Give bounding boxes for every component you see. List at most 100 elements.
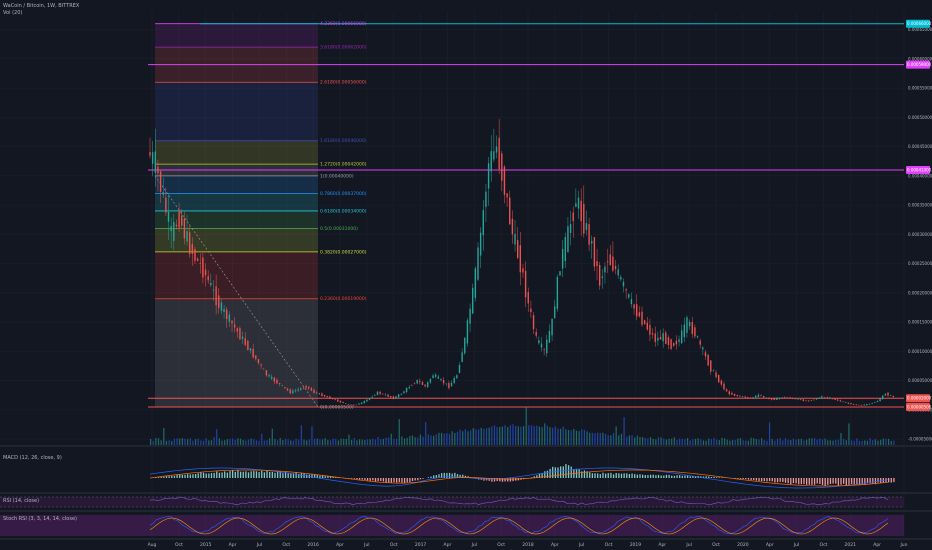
macd-histogram-bar	[792, 478, 795, 484]
candle-body	[649, 325, 651, 335]
volume-bar	[885, 438, 887, 445]
volume-bar	[385, 437, 387, 445]
macd-histogram-bar	[716, 477, 718, 478]
volume-bar	[155, 438, 157, 445]
volume-bar	[464, 429, 466, 445]
candle-body	[651, 333, 654, 335]
volume-bar	[544, 423, 546, 445]
macd-histogram-bar	[607, 473, 609, 478]
macd-histogram-bar	[761, 478, 763, 482]
candle-body	[686, 317, 688, 333]
macd-histogram-bar	[845, 478, 847, 486]
candle-body	[625, 289, 627, 291]
volume-bar	[396, 438, 398, 445]
volume-bar	[239, 438, 242, 445]
x-axis-label-22: 2020	[737, 542, 749, 548]
volume-bar	[668, 438, 670, 445]
volume-bar	[848, 423, 850, 445]
volume-bar	[856, 438, 858, 445]
candle-body	[270, 376, 273, 379]
candle-body	[863, 404, 865, 406]
macd-histogram-bar	[615, 473, 617, 478]
candle-body	[186, 231, 188, 242]
price-chart[interactable]: 4.2360(0.00066000) 3.6180(0.00062000) 2.61…	[0, 0, 932, 550]
volume-bar	[250, 438, 252, 445]
candle-body	[662, 333, 664, 342]
volume-bar	[314, 438, 316, 445]
candle-body	[371, 396, 373, 398]
volume-bar	[366, 439, 369, 445]
macd-histogram-bar	[806, 478, 808, 485]
volume-bar	[562, 426, 564, 445]
macd-histogram-bar	[554, 467, 557, 478]
candle-body	[866, 404, 868, 406]
volume-bar	[808, 438, 810, 445]
x-axis-label-7: Apr	[336, 542, 344, 548]
macd-histogram-bar	[790, 478, 792, 485]
candle-body	[411, 385, 413, 387]
volume-bar	[602, 432, 604, 445]
macd-histogram-bar	[396, 478, 398, 483]
volume-bar	[427, 434, 429, 445]
volume-bar	[216, 429, 218, 445]
candle-body	[659, 336, 662, 340]
price-axis-label-5: 0.00040000	[908, 173, 932, 178]
macd-histogram-bar	[768, 478, 771, 482]
volume-bar	[276, 440, 279, 445]
volume-bar	[676, 439, 678, 445]
candle-body	[244, 338, 246, 345]
volume-bar	[493, 425, 496, 445]
volume-bar	[247, 439, 250, 445]
volume-bar	[718, 440, 720, 445]
candle-body	[834, 398, 836, 400]
candle-body	[204, 269, 207, 276]
volume-bar	[583, 429, 586, 445]
x-axis-label-1: Oct	[175, 542, 183, 548]
volume-bar	[800, 438, 802, 445]
macd-histogram-bar	[570, 466, 572, 478]
price-axis-label-1: 0.00060000	[908, 56, 932, 61]
candle-body	[503, 166, 506, 195]
macd-histogram-bar	[194, 473, 197, 478]
macd-histogram-bar	[890, 478, 892, 483]
volume-bar	[221, 440, 223, 445]
macd-histogram-bar	[686, 475, 689, 478]
macd-histogram-bar	[427, 477, 430, 478]
candle-body	[564, 236, 566, 261]
candle-body	[292, 390, 294, 394]
fib-label-11: 0(0.00000500)	[320, 404, 354, 410]
macd-histogram-bar	[200, 472, 202, 478]
macd-histogram-bar	[226, 472, 229, 478]
macd-histogram-bar	[279, 471, 281, 478]
volume-bar	[187, 439, 189, 445]
volume-bar	[303, 439, 305, 445]
macd-histogram-bar	[705, 476, 707, 478]
macd-histogram-bar	[784, 478, 787, 483]
volume-bar	[242, 439, 244, 445]
candle-body	[601, 276, 604, 279]
volume-bar	[451, 431, 453, 445]
macd-histogram-bar	[263, 472, 266, 478]
macd-histogram-bar	[406, 478, 408, 483]
candle-body	[387, 394, 389, 397]
macd-histogram-bar	[652, 474, 654, 478]
macd-histogram-bar	[422, 478, 424, 479]
candle-body	[538, 340, 540, 344]
candle-body	[395, 396, 397, 399]
candle-body	[641, 311, 643, 325]
candle-body	[556, 276, 559, 309]
macd-histogram-bar	[176, 474, 178, 478]
volume-bar	[358, 439, 361, 445]
candle-body	[226, 309, 228, 320]
volume-bar	[213, 437, 215, 445]
volume-bar	[806, 439, 808, 445]
volume-bar	[337, 440, 340, 445]
volume-bar	[882, 438, 884, 445]
volume-bar	[694, 438, 697, 445]
candle-body	[405, 388, 408, 392]
candle-body	[874, 402, 876, 403]
candle-body	[633, 304, 635, 309]
candle-body	[284, 387, 286, 388]
x-axis-label-13: Oct	[497, 542, 505, 548]
volume-bar	[446, 433, 448, 445]
